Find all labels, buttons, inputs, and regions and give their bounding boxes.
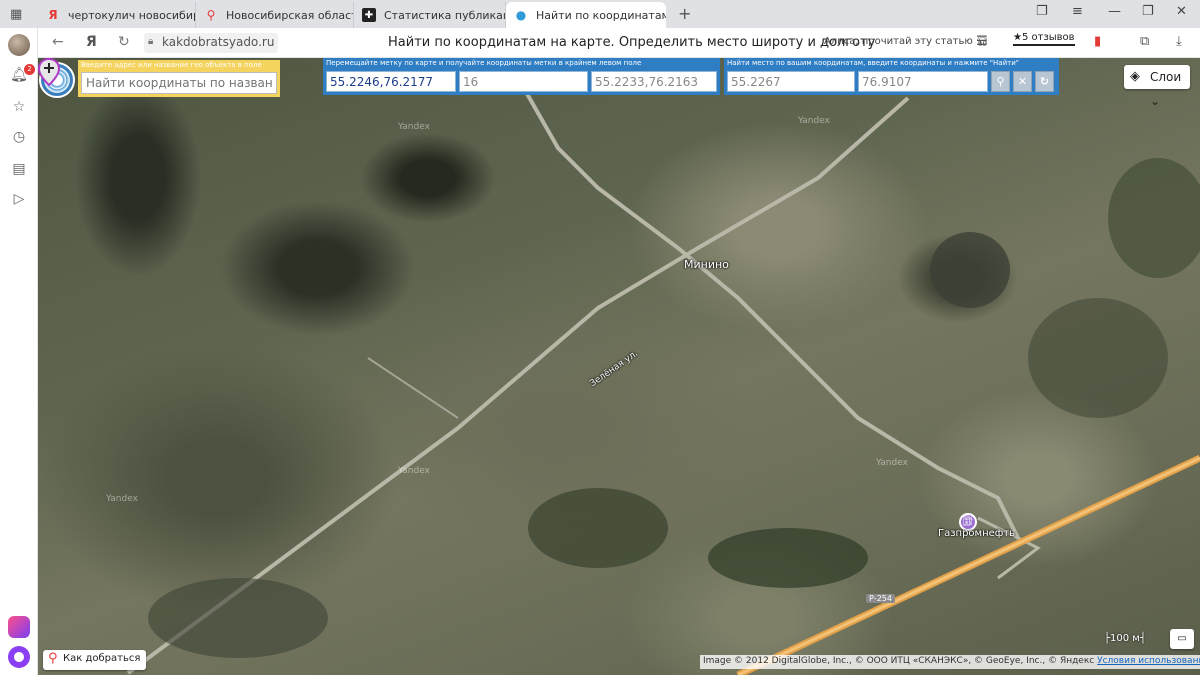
move-marker-panel: Перемещайте метку по карте и получайте к… xyxy=(323,58,720,95)
reviews-link[interactable]: ★5 отзывов xyxy=(1013,32,1075,46)
route-button[interactable]: ⚲ Как добраться xyxy=(43,650,147,670)
search-label: Введите адрес или название гео объекта в… xyxy=(81,61,262,69)
tab-label: Новосибирская область – xyxy=(226,8,353,22)
map-marker-icon[interactable] xyxy=(38,58,60,86)
url-text: kakdobratsyado.ru xyxy=(162,35,275,49)
url-field[interactable]: 🔒︎ kakdobratsyado.ru xyxy=(144,33,279,53)
watermark: Yandex xyxy=(876,458,908,468)
watermark: Yandex xyxy=(106,494,138,504)
alice-read-button[interactable]: Алиса, прочитай эту статью 🎧︎ xyxy=(824,36,989,47)
road-number-badge: Р-254 xyxy=(866,594,895,603)
chevron-down-icon: ⌄ xyxy=(1150,94,1161,108)
messenger-icon[interactable] xyxy=(8,616,30,638)
watermark: Yandex xyxy=(798,116,830,126)
star-icon[interactable]: ☆ xyxy=(10,98,28,116)
tab-search[interactable]: Я чертокулич новосибирск xyxy=(38,2,196,28)
history-icon[interactable]: ◷ xyxy=(10,128,28,146)
notes-icon[interactable]: ▤ xyxy=(10,160,28,178)
back-icon[interactable]: ← xyxy=(52,34,64,50)
find-panel-label: Найти место по вашим координатам, введит… xyxy=(727,59,1019,67)
menu-icon[interactable]: ≡ xyxy=(1072,4,1083,19)
play-icon[interactable]: ▷ xyxy=(10,190,28,208)
village-label: Минино xyxy=(684,258,729,271)
tab-coords[interactable]: ● Найти по координатам ✕ xyxy=(506,2,666,28)
scale-bar: ├100 м┤ xyxy=(1104,633,1146,644)
yandex-home-icon[interactable]: Я xyxy=(86,34,97,50)
layers-icon: ◈ xyxy=(1130,69,1140,84)
map-pin-icon: ⚲ xyxy=(48,651,58,666)
search-panel: Введите адрес или название гео объекта в… xyxy=(78,60,280,97)
bookmark-manager-icon[interactable]: ❐ xyxy=(1036,4,1048,19)
marker-coords-field[interactable]: 55.2246,76.2177 xyxy=(326,71,456,92)
tab-label: чертокулич новосибирск xyxy=(68,8,195,22)
notification-badge: 2 xyxy=(24,64,35,75)
map-copyright: Image © 2012 DigitalGlobe, Inc., © ООО И… xyxy=(700,655,1200,669)
address-bar: ← Я ↻ 🔒︎ kakdobratsyado.ru Найти по коор… xyxy=(38,28,1200,58)
map-pin-icon: ⚲ xyxy=(206,8,216,22)
zen-icon: ✚ xyxy=(362,8,376,22)
tab-stats[interactable]: ✚ Статистика публикаций | xyxy=(354,2,506,28)
search-icon[interactable]: ⚲ xyxy=(991,71,1010,92)
tab-label: Найти по координатам xyxy=(536,8,666,22)
watermark: Yandex xyxy=(398,122,430,132)
browser-sidebar: 🔔︎ 2 ☆ ◷ ▤ ▷ xyxy=(0,28,38,675)
alice-icon[interactable] xyxy=(8,646,30,668)
maximize-icon[interactable]: ❐ xyxy=(1142,4,1154,19)
search-input[interactable] xyxy=(81,72,277,94)
close-window-icon[interactable]: ✕ xyxy=(1176,4,1187,19)
minimize-icon[interactable]: — xyxy=(1108,4,1121,19)
find-coords-panel: Найти место по вашим координатам, введит… xyxy=(724,58,1059,95)
corner-coords-field[interactable]: 55.2233,76.2163 xyxy=(591,71,717,92)
zoom-field[interactable]: 16 xyxy=(459,71,588,92)
reload-icon[interactable]: ↻ xyxy=(118,34,130,50)
satellite-map[interactable]: Yandex Yandex Yandex Yandex Yandex Введи… xyxy=(38,58,1200,675)
terms-link[interactable]: Условия использования xyxy=(1097,656,1200,666)
reader-icon[interactable]: ☰ xyxy=(976,34,988,49)
ruler-icon[interactable]: ▭ xyxy=(1170,629,1194,649)
lock-icon: 🔒︎ xyxy=(148,36,154,47)
site-icon: ● xyxy=(515,8,527,22)
bookmark-icon[interactable]: ▮ xyxy=(1094,34,1101,49)
tab-bar: ▦ Я чертокулич новосибирск ⚲ Новосибирск… xyxy=(0,0,1200,28)
new-tab-button[interactable]: + xyxy=(678,4,691,23)
alice-read-label: Алиса, прочитай эту статью xyxy=(824,36,973,47)
fuel-station-label: Газпромнефть xyxy=(938,528,1016,539)
scale-label: 100 м xyxy=(1110,633,1140,644)
refresh-icon[interactable]: ↻ xyxy=(1035,71,1054,92)
longitude-field[interactable]: 76.9107 xyxy=(858,71,988,92)
clear-icon[interactable]: ✕ xyxy=(1013,71,1032,92)
layers-label: Слои xyxy=(1150,70,1182,84)
tabs-grid-icon[interactable]: ▦ xyxy=(10,7,22,22)
page-title: Найти по координатам на карте. Определит… xyxy=(388,35,876,50)
download-icon[interactable]: ⤓ xyxy=(1176,34,1182,49)
watermark: Yandex xyxy=(398,466,430,476)
tab-label: Статистика публикаций | xyxy=(384,8,505,22)
move-panel-label: Перемещайте метку по карте и получайте к… xyxy=(326,59,642,67)
avatar[interactable] xyxy=(8,34,30,56)
yandex-icon: Я xyxy=(48,8,58,22)
latitude-field[interactable]: 55.2267 xyxy=(727,71,855,92)
layers-button[interactable]: ◈ Слои ⌄ xyxy=(1124,65,1190,108)
route-label: Как добраться xyxy=(63,653,141,664)
tab-maps[interactable]: ⚲ Новосибирская область – xyxy=(196,2,354,28)
copyright-text: Image © 2012 DigitalGlobe, Inc., © ООО И… xyxy=(703,656,1098,666)
extensions-icon[interactable]: ⧉ xyxy=(1140,34,1149,49)
